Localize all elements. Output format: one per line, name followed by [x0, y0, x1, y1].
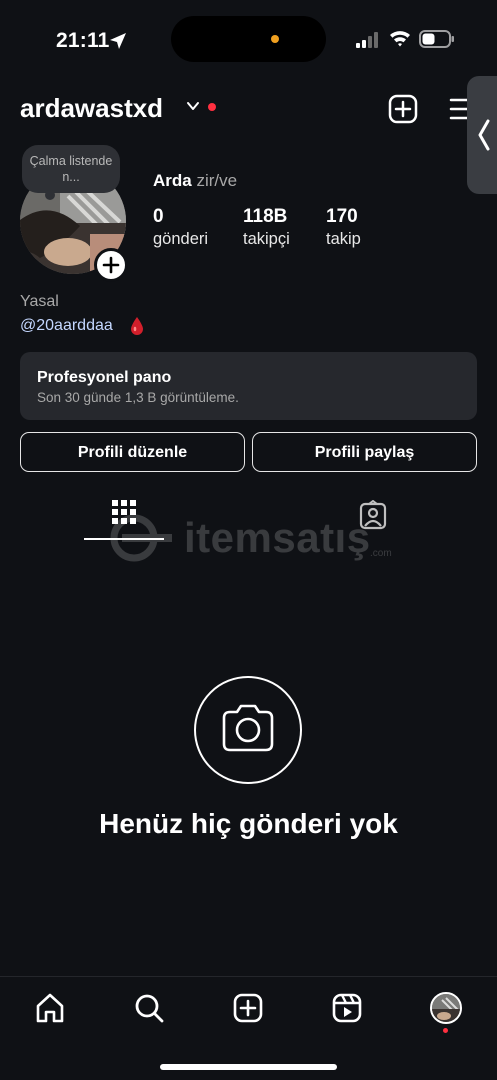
- grid-icon[interactable]: [112, 500, 136, 528]
- followers-count[interactable]: 118B: [243, 206, 287, 228]
- active-tab-indicator: [84, 538, 164, 540]
- status-time: 21:11: [56, 29, 110, 52]
- plus-icon: [102, 256, 120, 274]
- professional-dashboard-card[interactable]: Profesyonel pano Son 30 günde 1,3 B görü…: [20, 352, 477, 420]
- camera-icon: [222, 704, 274, 752]
- reels-icon[interactable]: [331, 992, 363, 1024]
- empty-state-text: Henüz hiç gönderi yok: [99, 808, 398, 839]
- share-profile-button[interactable]: Profili paylaş: [252, 432, 477, 472]
- bottom-nav-divider: [0, 976, 497, 977]
- profile-full-name: Arda zir/ve: [153, 171, 237, 191]
- following-label[interactable]: takip: [326, 230, 361, 249]
- following-count[interactable]: 170: [326, 206, 358, 228]
- profile-notification-dot: [443, 1028, 448, 1033]
- bio-mention-link[interactable]: @20aarddaa: [20, 317, 113, 335]
- search-icon[interactable]: [133, 992, 165, 1024]
- posts-label[interactable]: gönderi: [153, 230, 208, 249]
- edit-profile-button[interactable]: Profili düzenle: [20, 432, 245, 472]
- chevron-down-icon[interactable]: [186, 99, 200, 113]
- location-arrow-icon: [110, 33, 126, 49]
- notes-bubble-tail: [45, 190, 55, 200]
- notes-bubble[interactable]: Çalma listende n...: [22, 145, 120, 193]
- full-name-text: Arda: [153, 171, 192, 190]
- status-bar: 21:11: [0, 0, 497, 80]
- dashboard-subtitle: Son 30 günde 1,3 B görüntüleme.: [37, 390, 239, 405]
- dynamic-island: [171, 16, 326, 62]
- avatar-thumbnail: [432, 994, 460, 1022]
- watermark-brand: itemsatış: [184, 514, 371, 561]
- create-icon[interactable]: [232, 992, 264, 1024]
- watermark-domain: .com: [370, 548, 392, 559]
- pronouns-text: zir/ve: [196, 171, 238, 190]
- chevron-left-icon: [478, 119, 490, 151]
- tagged-icon[interactable]: [359, 500, 387, 530]
- posts-count[interactable]: 0: [153, 206, 164, 228]
- side-panel-handle[interactable]: [467, 76, 497, 194]
- home-icon[interactable]: [34, 992, 66, 1024]
- bio-category: Yasal: [20, 293, 59, 310]
- camera-empty-state[interactable]: [194, 676, 302, 784]
- profile-username[interactable]: ardawastxd: [20, 93, 163, 124]
- followers-label[interactable]: takipçi: [243, 230, 290, 249]
- profile-tab-avatar[interactable]: [430, 992, 462, 1024]
- dashboard-title: Profesyonel pano: [37, 369, 172, 386]
- notification-dot: [208, 103, 216, 111]
- wifi-icon: [390, 31, 410, 47]
- home-indicator[interactable]: [160, 1064, 337, 1070]
- add-story-button[interactable]: [94, 248, 128, 282]
- battery-icon: [419, 30, 454, 48]
- blood-drop-emoji-icon: [131, 317, 143, 335]
- privacy-indicator-dot: [271, 35, 279, 43]
- add-icon[interactable]: [388, 94, 418, 124]
- cellular-signal-icon: [356, 32, 378, 48]
